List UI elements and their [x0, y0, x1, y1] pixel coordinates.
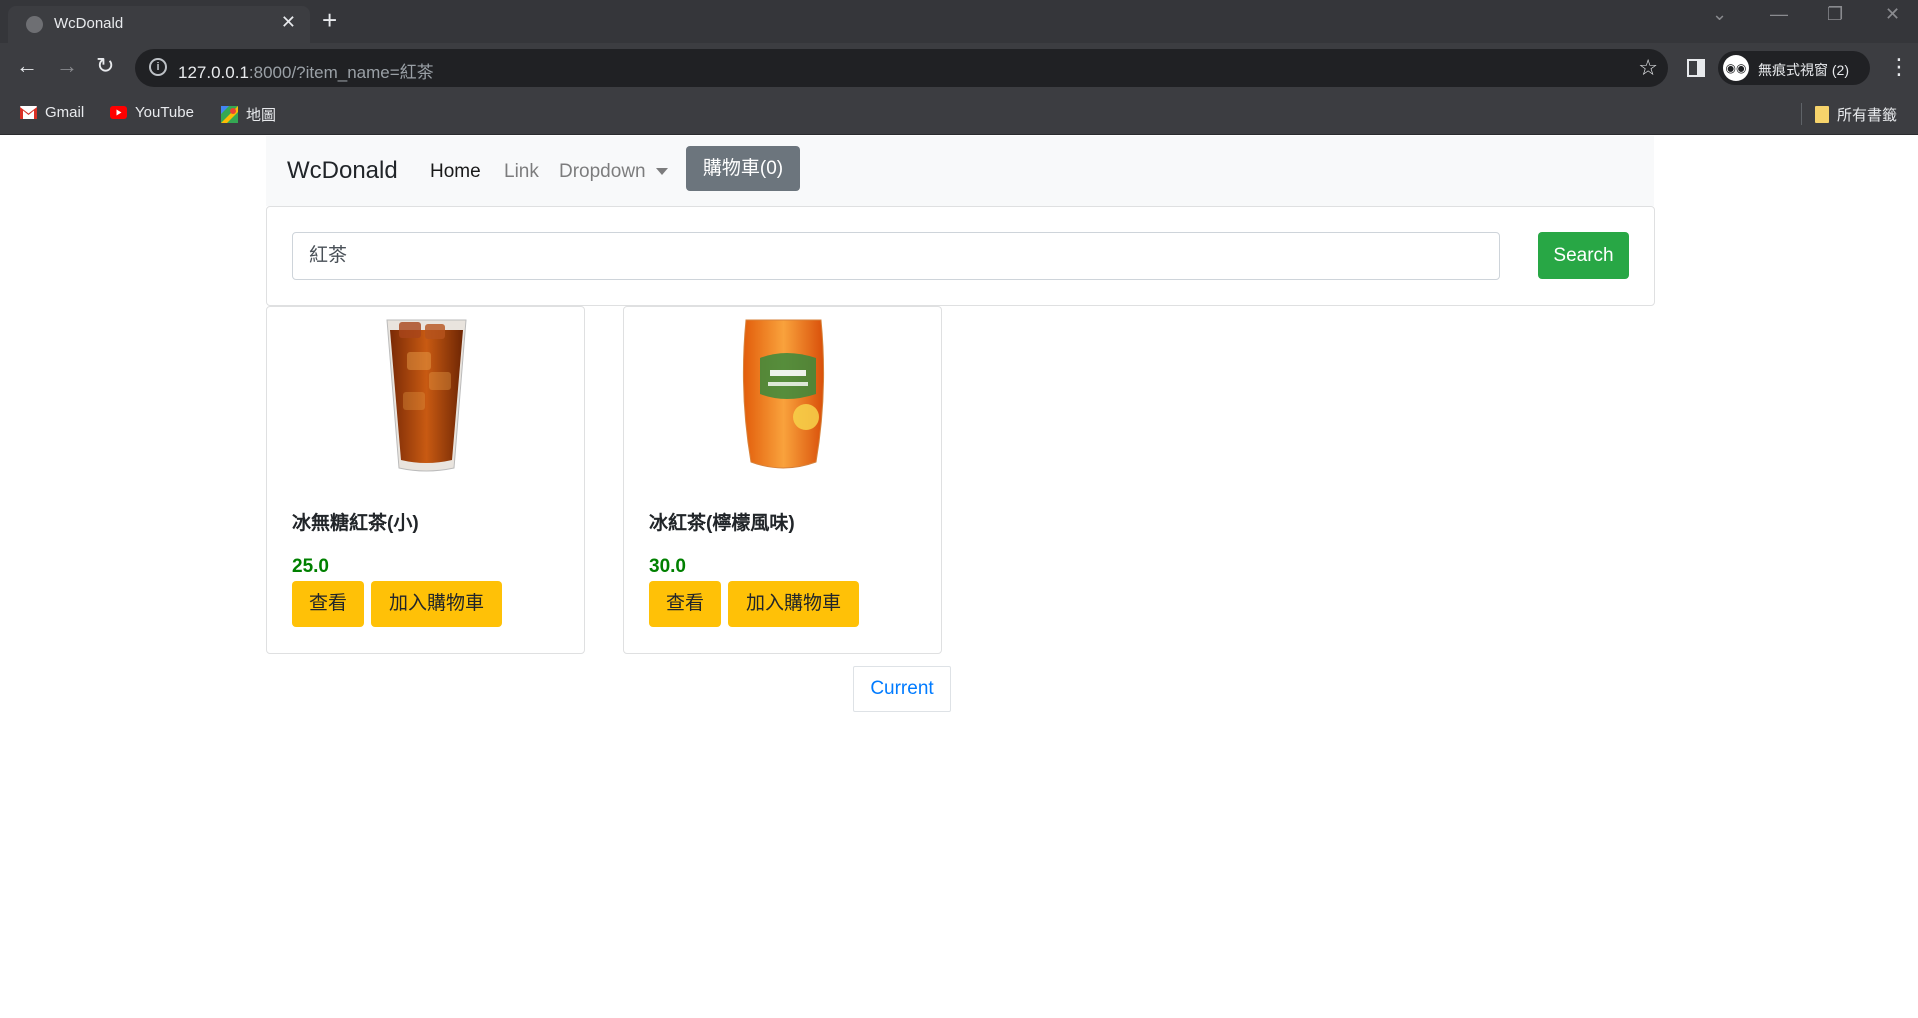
pagination-current[interactable]: Current	[853, 666, 951, 712]
search-input[interactable]: 紅茶	[292, 232, 1500, 280]
more-vert-icon[interactable]: ⋮	[1888, 54, 1910, 80]
add-to-cart-button[interactable]: 加入購物車	[371, 581, 502, 627]
incognito-label: 無痕式視窗 (2)	[1758, 62, 1849, 78]
folder-icon	[1815, 106, 1829, 123]
info-icon[interactable]: i	[149, 58, 167, 76]
chevron-down-icon[interactable]: ⌄	[1712, 4, 1727, 25]
plus-icon[interactable]: +	[322, 5, 337, 36]
view-button[interactable]: 查看	[292, 581, 364, 627]
restore-icon[interactable]: ❐	[1827, 4, 1843, 25]
star-icon[interactable]: ☆	[1638, 55, 1658, 81]
browser-tab[interactable]: WcDonald ✕	[8, 6, 310, 43]
product-card: 冰紅茶(檸檬風味) 30.0 查看 加入購物車	[623, 306, 942, 654]
site-navbar: WcDonald Home Link Dropdown 購物車(0)	[266, 136, 1654, 206]
product-image-lemon-tea	[742, 319, 825, 469]
search-button[interactable]: Search	[1538, 232, 1629, 279]
all-bookmarks[interactable]: 所有書籤	[1815, 104, 1897, 125]
maps-icon	[221, 106, 238, 123]
nav-dropdown[interactable]: Dropdown	[559, 161, 668, 183]
side-panel-icon[interactable]	[1687, 59, 1705, 77]
bookmark-gmail[interactable]: Gmail	[20, 104, 84, 121]
bookmarks-bar: Gmail YouTube 地圖 所有書籤	[0, 93, 1918, 135]
caret-down-icon	[655, 168, 668, 176]
product-card: 冰無糖紅茶(小) 25.0 查看 加入購物車	[266, 306, 585, 654]
page-content: WcDonald Home Link Dropdown 購物車(0) 紅茶 Se…	[0, 136, 1918, 1018]
forward-arrow-icon[interactable]: →	[56, 53, 78, 79]
bookmarks-divider	[1801, 103, 1802, 125]
product-image-iced-black-tea	[386, 319, 467, 472]
incognito-badge[interactable]: ◉◉ 無痕式視窗 (2)	[1718, 51, 1870, 85]
minimize-icon[interactable]: —	[1770, 4, 1788, 25]
cart-button[interactable]: 購物車(0)	[686, 146, 800, 191]
browser-tabbar: WcDonald ✕ + ⌄ — ❐ ✕	[0, 0, 1918, 43]
product-price: 30.0	[649, 556, 686, 577]
reload-icon[interactable]: ↻	[96, 53, 114, 79]
search-card: 紅茶 Search	[266, 206, 1655, 306]
incognito-icon: ◉◉	[1723, 55, 1749, 81]
add-to-cart-button[interactable]: 加入購物車	[728, 581, 859, 627]
nav-link[interactable]: Link	[504, 161, 539, 183]
url-text: 127.0.0.1:8000/?item_name=紅茶	[178, 63, 434, 82]
site-brand[interactable]: WcDonald	[287, 157, 398, 185]
product-price: 25.0	[292, 556, 329, 577]
youtube-icon	[110, 106, 127, 119]
globe-icon	[26, 16, 43, 33]
product-name: 冰無糖紅茶(小)	[292, 513, 419, 534]
bookmark-youtube[interactable]: YouTube	[110, 104, 194, 121]
browser-toolbar: ← → ↻ i 127.0.0.1:8000/?item_name=紅茶 ☆ ◉…	[0, 43, 1918, 93]
tab-title: WcDonald	[54, 15, 124, 32]
window-close-icon[interactable]: ✕	[1885, 4, 1900, 25]
bookmark-maps[interactable]: 地圖	[221, 104, 276, 125]
product-name: 冰紅茶(檸檬風味)	[649, 513, 795, 534]
view-button[interactable]: 查看	[649, 581, 721, 627]
nav-home[interactable]: Home	[430, 161, 481, 183]
address-bar[interactable]: i 127.0.0.1:8000/?item_name=紅茶 ☆	[135, 49, 1668, 87]
gmail-icon	[20, 106, 37, 119]
close-icon[interactable]: ✕	[281, 12, 296, 33]
back-arrow-icon[interactable]: ←	[16, 53, 38, 79]
